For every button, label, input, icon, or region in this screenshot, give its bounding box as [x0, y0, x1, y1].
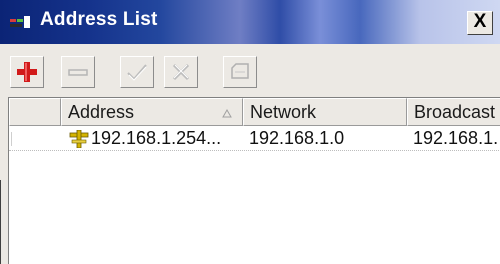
minus-icon	[68, 69, 88, 76]
column-header-label: Address	[68, 102, 135, 122]
column-header-address[interactable]: Address	[61, 98, 243, 126]
title-bar[interactable]: Address List X	[0, 0, 500, 44]
x-icon	[172, 63, 190, 81]
cell-broadcast: 192.168.1.	[413, 128, 499, 148]
disable-button[interactable]	[164, 56, 198, 88]
cell-address: 192.168.1.254...	[91, 128, 222, 148]
remove-button[interactable]	[61, 56, 95, 88]
column-header-network[interactable]: Network	[243, 98, 407, 126]
note-icon	[231, 63, 249, 79]
comment-button[interactable]	[223, 56, 257, 88]
plus-icon	[17, 62, 37, 82]
check-icon	[127, 64, 147, 81]
column-header-broadcast[interactable]: Broadcast	[407, 98, 500, 126]
add-button[interactable]	[10, 56, 44, 88]
enable-button[interactable]	[120, 56, 154, 88]
window-title: Address List	[40, 9, 158, 30]
window-border	[0, 180, 1, 264]
column-header-label: Network	[250, 102, 317, 122]
cell-network: 192.168.1.0	[249, 128, 345, 148]
app-icon	[10, 16, 30, 28]
table-header: Address Network Broadcast	[9, 98, 500, 126]
toolbar	[0, 44, 500, 100]
column-header-label: Broadcast	[414, 102, 496, 122]
row-marker	[11, 132, 12, 146]
column-header-check[interactable]	[9, 98, 61, 126]
sort-ascending-icon	[222, 109, 232, 118]
address-table: Address Network Broadcast 192.168.1.254.…	[8, 97, 500, 264]
close-button[interactable]: X	[467, 11, 493, 35]
table-row[interactable]: 192.168.1.254... 192.168.1.0 192.168.1.	[9, 126, 500, 151]
close-icon: X	[473, 11, 487, 32]
address-icon	[69, 130, 89, 148]
address-list-window: Address List X Address Network Broadcast…	[0, 0, 500, 264]
